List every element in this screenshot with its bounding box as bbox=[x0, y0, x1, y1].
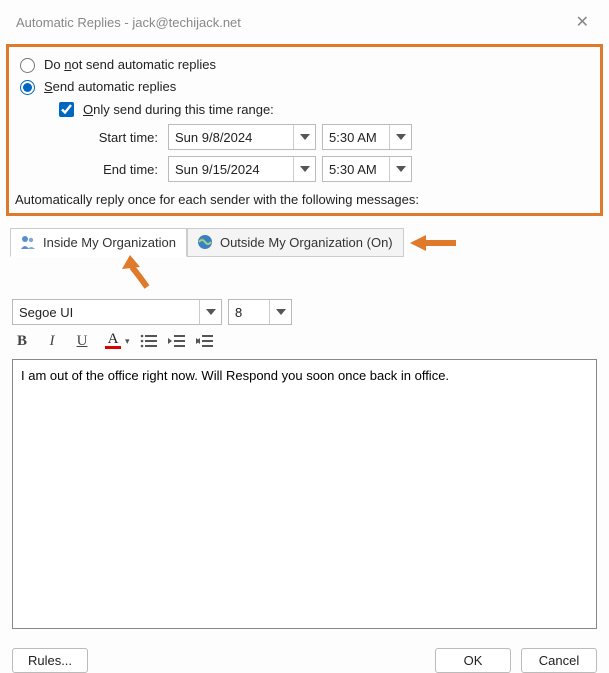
end-date-value: Sun 9/15/2024 bbox=[169, 157, 293, 181]
radio-do-not-send-label: Do not send automatic replies bbox=[44, 57, 216, 72]
editor-toolbar: Segoe UI 8 B I U A ▾ bbox=[12, 299, 597, 351]
chevron-down-icon[interactable] bbox=[293, 157, 315, 181]
font-color-button[interactable]: A ▾ bbox=[102, 333, 130, 349]
footer: Rules... OK Cancel bbox=[0, 632, 609, 673]
chevron-down-icon[interactable] bbox=[293, 125, 315, 149]
window-title: Automatic Replies - jack@techijack.net bbox=[16, 15, 241, 30]
message-body-input[interactable] bbox=[12, 359, 597, 629]
start-date-dropdown[interactable]: Sun 9/8/2024 bbox=[168, 124, 316, 150]
cancel-button[interactable]: Cancel bbox=[521, 648, 597, 673]
radio-send-label: Send automatic replies bbox=[44, 79, 176, 94]
ok-button[interactable]: OK bbox=[435, 648, 511, 673]
font-size-value: 8 bbox=[229, 300, 269, 324]
check-only-range-label: Only send during this time range: bbox=[83, 102, 274, 117]
globe-icon bbox=[196, 233, 214, 251]
chevron-down-icon[interactable] bbox=[269, 300, 291, 324]
people-icon bbox=[19, 233, 37, 251]
radio-send[interactable]: Send automatic replies bbox=[15, 77, 594, 95]
chevron-down-icon[interactable] bbox=[389, 125, 411, 149]
annotation-arrow-icon bbox=[120, 255, 609, 289]
start-time-dropdown[interactable]: 5:30 AM bbox=[322, 124, 412, 150]
tab-outside-org[interactable]: Outside My Organization (On) bbox=[187, 228, 404, 257]
check-only-range-input[interactable] bbox=[59, 102, 74, 117]
font-name-value: Segoe UI bbox=[13, 300, 199, 324]
annotation-arrow-icon bbox=[410, 233, 456, 253]
check-only-range[interactable]: Only send during this time range: bbox=[55, 99, 594, 120]
start-time-label: Start time: bbox=[47, 124, 162, 150]
underline-button[interactable]: U bbox=[72, 331, 92, 351]
chevron-down-icon[interactable] bbox=[389, 157, 411, 181]
rules-button[interactable]: Rules... bbox=[12, 648, 88, 673]
end-time-value: 5:30 AM bbox=[323, 157, 389, 181]
font-size-dropdown[interactable]: 8 bbox=[228, 299, 292, 325]
tab-inside-label: Inside My Organization bbox=[43, 235, 176, 250]
time-grid: Start time: Sun 9/8/2024 5:30 AM End tim… bbox=[47, 124, 594, 182]
title-bar: Automatic Replies - jack@techijack.net ✕ bbox=[0, 0, 609, 40]
close-icon[interactable]: ✕ bbox=[568, 10, 597, 34]
start-date-value: Sun 9/8/2024 bbox=[169, 125, 293, 149]
font-color-icon: A bbox=[102, 333, 124, 349]
end-date-dropdown[interactable]: Sun 9/15/2024 bbox=[168, 156, 316, 182]
increase-indent-button[interactable] bbox=[196, 333, 214, 349]
start-time-value: 5:30 AM bbox=[323, 125, 389, 149]
font-name-dropdown[interactable]: Segoe UI bbox=[12, 299, 222, 325]
italic-button[interactable]: I bbox=[42, 331, 62, 351]
radio-send-input[interactable] bbox=[20, 80, 35, 95]
end-time-dropdown[interactable]: 5:30 AM bbox=[322, 156, 412, 182]
message-editor bbox=[12, 359, 597, 632]
bold-button[interactable]: B bbox=[12, 331, 32, 351]
tab-inside-org[interactable]: Inside My Organization bbox=[10, 228, 187, 257]
chevron-down-icon[interactable] bbox=[199, 300, 221, 324]
decrease-indent-button[interactable] bbox=[168, 333, 186, 349]
end-time-label: End time: bbox=[47, 156, 162, 182]
chevron-down-icon[interactable]: ▾ bbox=[125, 336, 130, 347]
radio-do-not-send-input[interactable] bbox=[20, 58, 35, 73]
tab-outside-label: Outside My Organization (On) bbox=[220, 235, 393, 250]
highlighted-settings-region: Do not send automatic replies Send autom… bbox=[6, 44, 603, 216]
tabs: Inside My Organization Outside My Organi… bbox=[10, 228, 609, 257]
bullet-list-button[interactable] bbox=[140, 333, 158, 349]
section-message: Automatically reply once for each sender… bbox=[15, 192, 594, 207]
radio-do-not-send[interactable]: Do not send automatic replies bbox=[15, 55, 594, 73]
